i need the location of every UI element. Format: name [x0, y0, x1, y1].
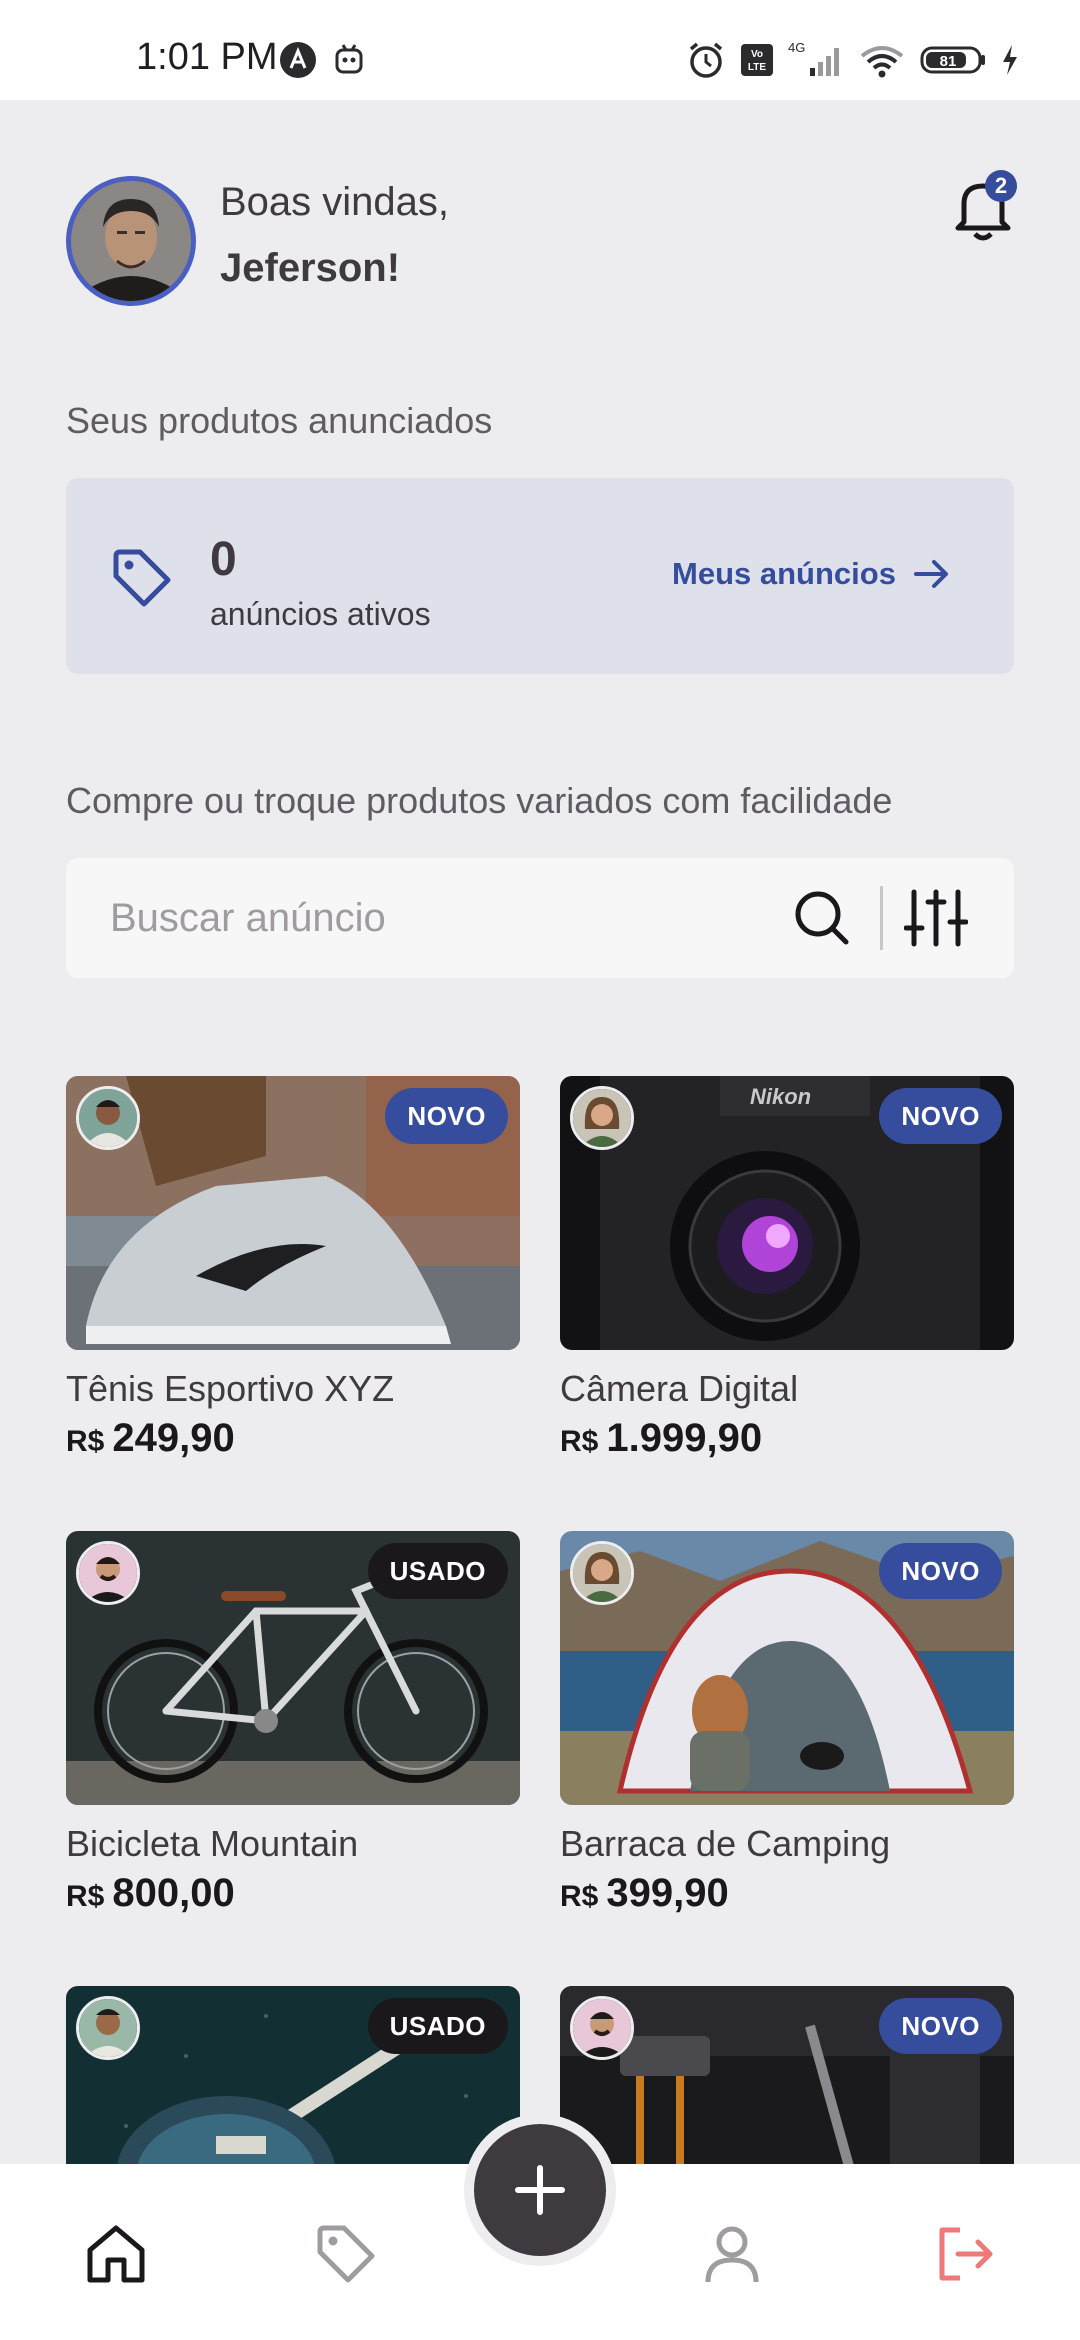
alarm-icon [689, 42, 723, 78]
volte-icon: Vo LTE [741, 44, 773, 76]
product-card[interactable]: USADO Bicicleta Mountain R$ 800,00 [66, 1531, 520, 1915]
plus-icon [515, 2165, 565, 2215]
search-bar [66, 858, 1014, 978]
status-indicators: Vo LTE 4G 81 [686, 40, 1020, 80]
add-ad-button[interactable] [474, 2124, 606, 2256]
seller-avatar [570, 1086, 634, 1150]
price-value: 1.999,90 [606, 1416, 763, 1460]
product-card[interactable]: NOVO Tênis Esportivo XYZ R$ 249,90 [66, 1076, 520, 1460]
active-ads-count: 0 [210, 533, 237, 586]
product-price: R$ 1.999,90 [560, 1416, 762, 1461]
product-name: Câmera Digital [560, 1368, 799, 1409]
user-avatar[interactable] [66, 176, 196, 306]
user-name: Jeferson! [220, 246, 401, 290]
product-card[interactable]: NOVO Barraca de Camping R$ 399,90 [560, 1531, 1014, 1915]
product-name: Bicicleta Mountain [66, 1823, 359, 1864]
my-ads-link[interactable]: Meus anúncios [672, 554, 952, 594]
search-input[interactable] [110, 892, 790, 944]
app-notification-icon [278, 40, 318, 85]
notification-badge: 2 [985, 170, 1017, 202]
robot-notification-icon [332, 40, 366, 85]
product-price: R$ 249,90 [66, 1416, 235, 1461]
cell-signal-icon: 4G [788, 40, 839, 76]
home-icon[interactable] [84, 2222, 148, 2291]
price-value: 399,90 [606, 1871, 729, 1915]
status-time: 1:01 PM [136, 36, 278, 78]
user-icon[interactable] [700, 2222, 764, 2291]
active-ads-card: 0 anúncios ativos Meus anúncios [66, 478, 1014, 674]
product-price: R$ 800,00 [66, 1871, 235, 1916]
charging-icon [1003, 45, 1017, 75]
svg-text:81: 81 [940, 53, 957, 70]
status-bar: 1:01 PM Vo LTE 4G 81 [0, 0, 1080, 100]
seller-avatar [570, 1541, 634, 1605]
product-card[interactable]: Nikon NOVO Câmera Digital R$ 1.999,90 [560, 1076, 1014, 1460]
greeting-text: Boas vindas, [220, 180, 450, 224]
product-image: USADO [66, 1531, 520, 1805]
arrow-right-icon [913, 560, 948, 588]
product-price: R$ 399,90 [560, 1871, 729, 1916]
product-name: Barraca de Camping [560, 1823, 891, 1864]
svg-text:Vo: Vo [751, 49, 763, 60]
product-image: NOVO [560, 1531, 1014, 1805]
tag-icon [110, 546, 174, 615]
product-image: NOVO [66, 1076, 520, 1350]
condition-badge: USADO [367, 1998, 508, 2054]
price-currency: R$ [560, 1425, 599, 1458]
price-currency: R$ [66, 1425, 105, 1458]
search-divider [880, 886, 883, 950]
search-icon[interactable] [792, 888, 852, 953]
price-value: 800,00 [112, 1871, 235, 1915]
wifi-icon [860, 46, 904, 78]
filter-icon[interactable] [903, 888, 969, 953]
condition-badge: USADO [367, 1543, 508, 1599]
price-currency: R$ [560, 1880, 599, 1913]
seller-avatar [76, 1086, 140, 1150]
active-ads-label: anúncios ativos [210, 596, 431, 632]
my-ads-link-label: Meus anúncios [672, 556, 896, 591]
battery-icon: 81 [920, 46, 985, 74]
my-products-label: Seus produtos anunciados [66, 400, 493, 441]
shop-label: Compre ou troque produtos variados com f… [66, 780, 893, 821]
condition-badge: NOVO [879, 1088, 1002, 1144]
condition-badge: NOVO [385, 1088, 508, 1144]
condition-badge: NOVO [879, 1998, 1002, 2054]
price-value: 249,90 [112, 1416, 235, 1460]
svg-text:LTE: LTE [748, 62, 766, 73]
seller-avatar [570, 1996, 634, 2060]
tag-icon[interactable] [314, 2222, 378, 2291]
seller-avatar [76, 1541, 140, 1605]
product-name: Tênis Esportivo XYZ [66, 1368, 395, 1409]
condition-badge: NOVO [879, 1543, 1002, 1599]
sign-out-icon[interactable] [934, 2222, 998, 2291]
price-currency: R$ [66, 1880, 105, 1913]
svg-text:Nikon: Nikon [750, 1084, 811, 1109]
svg-text:4G: 4G [788, 40, 805, 55]
seller-avatar [76, 1996, 140, 2060]
product-image: Nikon NOVO [560, 1076, 1014, 1350]
